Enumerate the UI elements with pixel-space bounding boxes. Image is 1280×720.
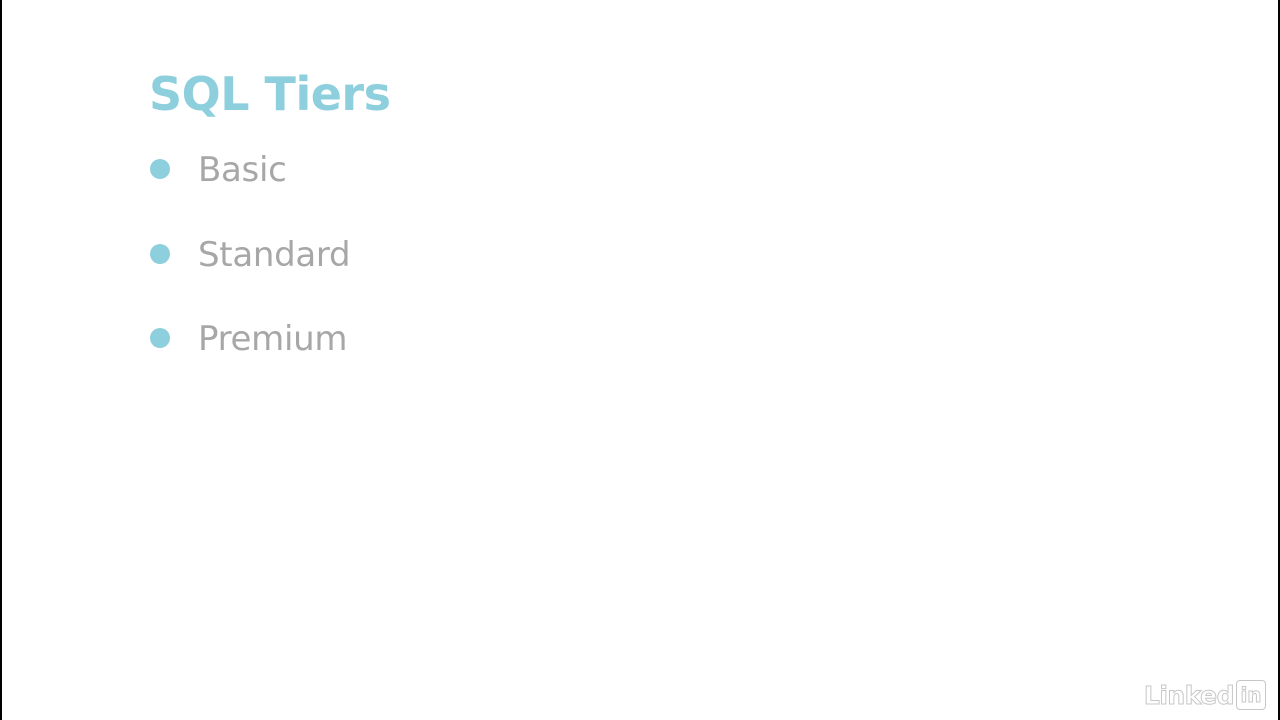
bullet-dot-icon	[150, 159, 170, 179]
bullet-dot-icon	[150, 328, 170, 348]
bullet-item-premium: Premium	[150, 311, 350, 396]
watermark-word: Linked	[1143, 680, 1235, 710]
bullet-label: Premium	[198, 319, 348, 359]
bullet-item-basic: Basic	[150, 142, 350, 227]
bullet-label: Standard	[198, 234, 351, 275]
slide: SQL Tiers Basic Standard Premium Linked …	[2, 0, 1278, 720]
linkedin-logo-icon: Linked in	[1143, 680, 1266, 710]
bullet-item-standard: Standard	[150, 227, 351, 312]
bullet-list: Basic Standard Premium	[150, 142, 351, 396]
watermark-box: in	[1236, 680, 1266, 710]
bullet-label: Basic	[198, 150, 287, 190]
watermark-box-text: in	[1240, 683, 1262, 708]
slide-title: SQL Tiers	[149, 67, 391, 121]
bullet-dot-icon	[150, 243, 170, 264]
